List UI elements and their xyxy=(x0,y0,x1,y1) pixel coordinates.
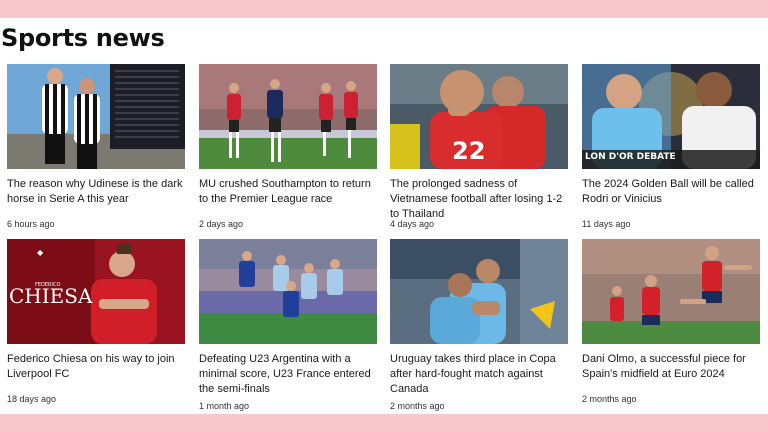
article-timestamp: 1 month ago xyxy=(199,401,250,411)
article-card[interactable]: 22 The prolonged sadness of Vietnamese f… xyxy=(390,64,568,222)
article-thumbnail[interactable] xyxy=(7,64,185,169)
article-headline[interactable]: Federico Chiesa on his way to join Liver… xyxy=(7,352,185,382)
article-card[interactable]: LON D'OR DEBATE The 2024 Golden Ball wil… xyxy=(582,64,760,207)
article-timestamp: 11 days ago xyxy=(582,219,631,229)
article-thumbnail[interactable] xyxy=(582,239,760,344)
article-card[interactable]: Defeating U23 Argentina with a minimal s… xyxy=(199,239,377,397)
overlay-text: LON D'OR DEBATE xyxy=(585,152,676,162)
article-thumbnail[interactable]: LON D'OR DEBATE xyxy=(582,64,760,169)
article-headline[interactable]: The 2024 Golden Ball will be called Rodr… xyxy=(582,177,760,207)
article-headline[interactable]: Dani Olmo, a successful piece for Spain'… xyxy=(582,352,760,382)
article-timestamp: 2 months ago xyxy=(390,401,445,411)
article-timestamp: 4 days ago xyxy=(390,219,435,229)
article-headline[interactable]: The prolonged sadness of Vietnamese foot… xyxy=(390,177,568,222)
article-card[interactable]: Dani Olmo, a successful piece for Spain'… xyxy=(582,239,760,382)
article-thumbnail[interactable]: ◆ FEDERICO CHIESA xyxy=(7,239,185,344)
article-headline[interactable]: Uruguay takes third place in Copa after … xyxy=(390,352,568,397)
article-headline[interactable]: MU crushed Southampton to return to the … xyxy=(199,177,377,207)
article-timestamp: 2 months ago xyxy=(582,394,637,404)
article-card[interactable]: The reason why Udinese is the dark horse… xyxy=(7,64,185,207)
article-timestamp: 6 hours ago xyxy=(7,219,55,229)
article-card[interactable]: MU crushed Southampton to return to the … xyxy=(199,64,377,207)
svg-text:◆: ◆ xyxy=(37,248,44,257)
article-card[interactable]: ◆ FEDERICO CHIESA Federico Chiesa on his… xyxy=(7,239,185,382)
article-thumbnail[interactable] xyxy=(390,239,568,344)
overlay-text: CHIESA xyxy=(9,284,93,308)
article-timestamp: 2 days ago xyxy=(199,219,244,229)
article-thumbnail[interactable] xyxy=(199,239,377,344)
article-card[interactable]: Uruguay takes third place in Copa after … xyxy=(390,239,568,397)
article-headline[interactable]: Defeating U23 Argentina with a minimal s… xyxy=(199,352,377,397)
svg-text:22: 22 xyxy=(452,137,485,165)
article-headline[interactable]: The reason why Udinese is the dark horse… xyxy=(7,177,185,207)
page-title: Sports news xyxy=(1,24,165,52)
sports-news-panel: Sports news The reason why Udinese is th… xyxy=(0,18,768,414)
article-timestamp: 18 days ago xyxy=(7,394,57,404)
article-thumbnail[interactable] xyxy=(199,64,377,169)
article-thumbnail[interactable]: 22 xyxy=(390,64,568,169)
